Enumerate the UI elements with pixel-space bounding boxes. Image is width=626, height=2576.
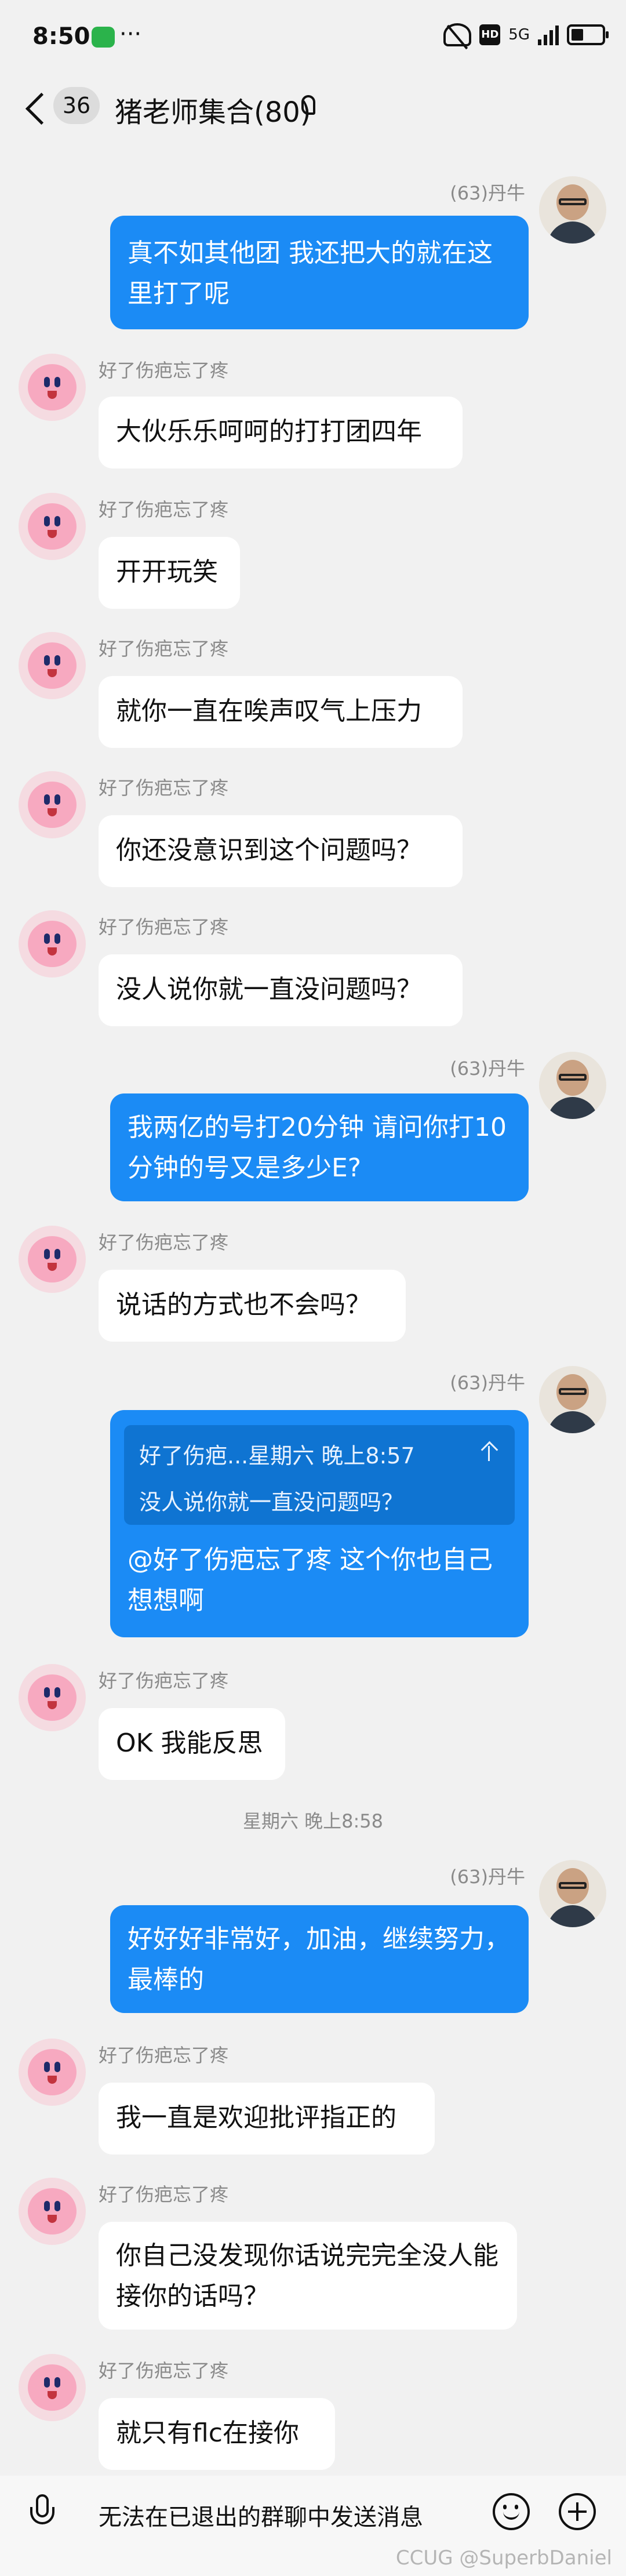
message-bubble[interactable]: 大伙乐乐呵呵的打打团四年: [99, 397, 463, 468]
avatar[interactable]: [19, 493, 86, 560]
message-bubble[interactable]: 说话的方式也不会吗？: [99, 1270, 406, 1342]
sender-name: 好了伤疤忘了疼: [99, 2044, 229, 2066]
avatar[interactable]: [539, 176, 606, 244]
message-bubble[interactable]: 就你一直在唉声叹气上压力: [99, 676, 463, 748]
message-bubble[interactable]: 好好好非常好，加油，继续努力，最棒的: [110, 1905, 529, 2013]
message-bubble[interactable]: 你还没意识到这个问题吗？: [99, 815, 463, 887]
avatar[interactable]: [19, 2354, 86, 2421]
avatar[interactable]: [19, 1226, 86, 1293]
emoji-icon[interactable]: [493, 2493, 530, 2530]
avatar[interactable]: [19, 910, 86, 978]
network-label: 5G: [508, 26, 530, 43]
message-bubble[interactable]: 开开玩笑: [99, 537, 240, 609]
status-time: 8:50: [32, 23, 90, 50]
quote-reply-bubble[interactable]: 好了伤疤...星期六 晚上8:57 没人说你就一直没问题吗？ @好了伤疤忘了疼 …: [110, 1410, 529, 1637]
sender-name: (63)丹牛: [450, 182, 525, 204]
message-bubble[interactable]: 没人说你就一直没问题吗？: [99, 954, 463, 1026]
avatar[interactable]: [19, 2039, 86, 2106]
sender-name: 好了伤疤忘了疼: [99, 2360, 229, 2382]
wechat-notification-icon: [92, 27, 115, 48]
mute-icon: [443, 23, 472, 46]
status-bar: 8:50 ··· HD 5G: [0, 0, 626, 75]
reply-text: @好了伤疤忘了疼 这个你也自己想想啊: [128, 1545, 493, 1615]
quoted-text: 没人说你就一直没问题吗？: [139, 1489, 404, 1515]
battery-icon: [567, 24, 609, 45]
status-icons: HD 5G: [443, 23, 609, 46]
sender-name: 好了伤疤忘了疼: [99, 359, 229, 382]
message-bubble[interactable]: 你自己没发现你话说完完全没人能接你的话吗？: [99, 2222, 517, 2330]
message-bubble[interactable]: 真不如其他团 我还把大的就在这里打了呢: [110, 216, 529, 329]
avatar[interactable]: [539, 1860, 606, 1927]
sender-name: 好了伤疤忘了疼: [99, 777, 229, 799]
microphone-icon[interactable]: [30, 2494, 54, 2529]
sender-name: 好了伤疤忘了疼: [99, 916, 229, 938]
more-notifications-icon: ···: [119, 21, 142, 48]
sender-name: 好了伤疤忘了疼: [99, 2183, 229, 2206]
unread-count-badge[interactable]: 36: [53, 87, 100, 124]
sender-name: 好了伤疤忘了疼: [99, 1670, 229, 1692]
avatar[interactable]: [19, 771, 86, 838]
message-bubble[interactable]: OK 我能反思: [99, 1708, 285, 1780]
signal-icon: [538, 24, 559, 45]
back-button[interactable]: [21, 88, 56, 129]
message-bubble[interactable]: 我两亿的号打20分钟 请问你打10分钟的号又是多少E?: [110, 1093, 529, 1201]
avatar[interactable]: [19, 2178, 86, 2245]
sender-name: (63)丹牛: [450, 1372, 525, 1394]
sender-name: 好了伤疤忘了疼: [99, 1231, 229, 1254]
sender-name: (63)丹牛: [450, 1866, 525, 1888]
earpiece-mode-icon: [301, 95, 315, 115]
message-input[interactable]: 无法在已退出的群聊中发送消息: [75, 2488, 475, 2546]
avatar[interactable]: [19, 632, 86, 699]
avatar[interactable]: [539, 1366, 606, 1433]
avatar[interactable]: [539, 1052, 606, 1119]
time-divider: 星期六 晚上8:58: [242, 1810, 384, 1832]
avatar[interactable]: [19, 1664, 86, 1731]
sender-name: 好了伤疤忘了疼: [99, 499, 229, 521]
hd-icon: HD: [479, 24, 501, 45]
sender-name: (63)丹牛: [450, 1058, 525, 1080]
quoted-message[interactable]: 好了伤疤...星期六 晚上8:57 没人说你就一直没问题吗？: [124, 1425, 515, 1525]
watermark: CCUG @SuperbDaniel: [395, 2546, 612, 2570]
avatar[interactable]: [19, 354, 86, 421]
plus-icon[interactable]: [559, 2493, 596, 2530]
quoted-header: 好了伤疤...星期六 晚上8:57: [139, 1443, 415, 1469]
jump-to-original-icon[interactable]: [481, 1441, 497, 1461]
group-title: 猪老师集合(80): [115, 96, 311, 129]
message-bubble[interactable]: 我一直是欢迎批评指正的: [99, 2083, 435, 2154]
sender-name: 好了伤疤忘了疼: [99, 638, 229, 660]
chat-header: 36 猪老师集合(80): [0, 75, 626, 139]
message-bubble[interactable]: 就只有flc在接你: [99, 2398, 335, 2470]
